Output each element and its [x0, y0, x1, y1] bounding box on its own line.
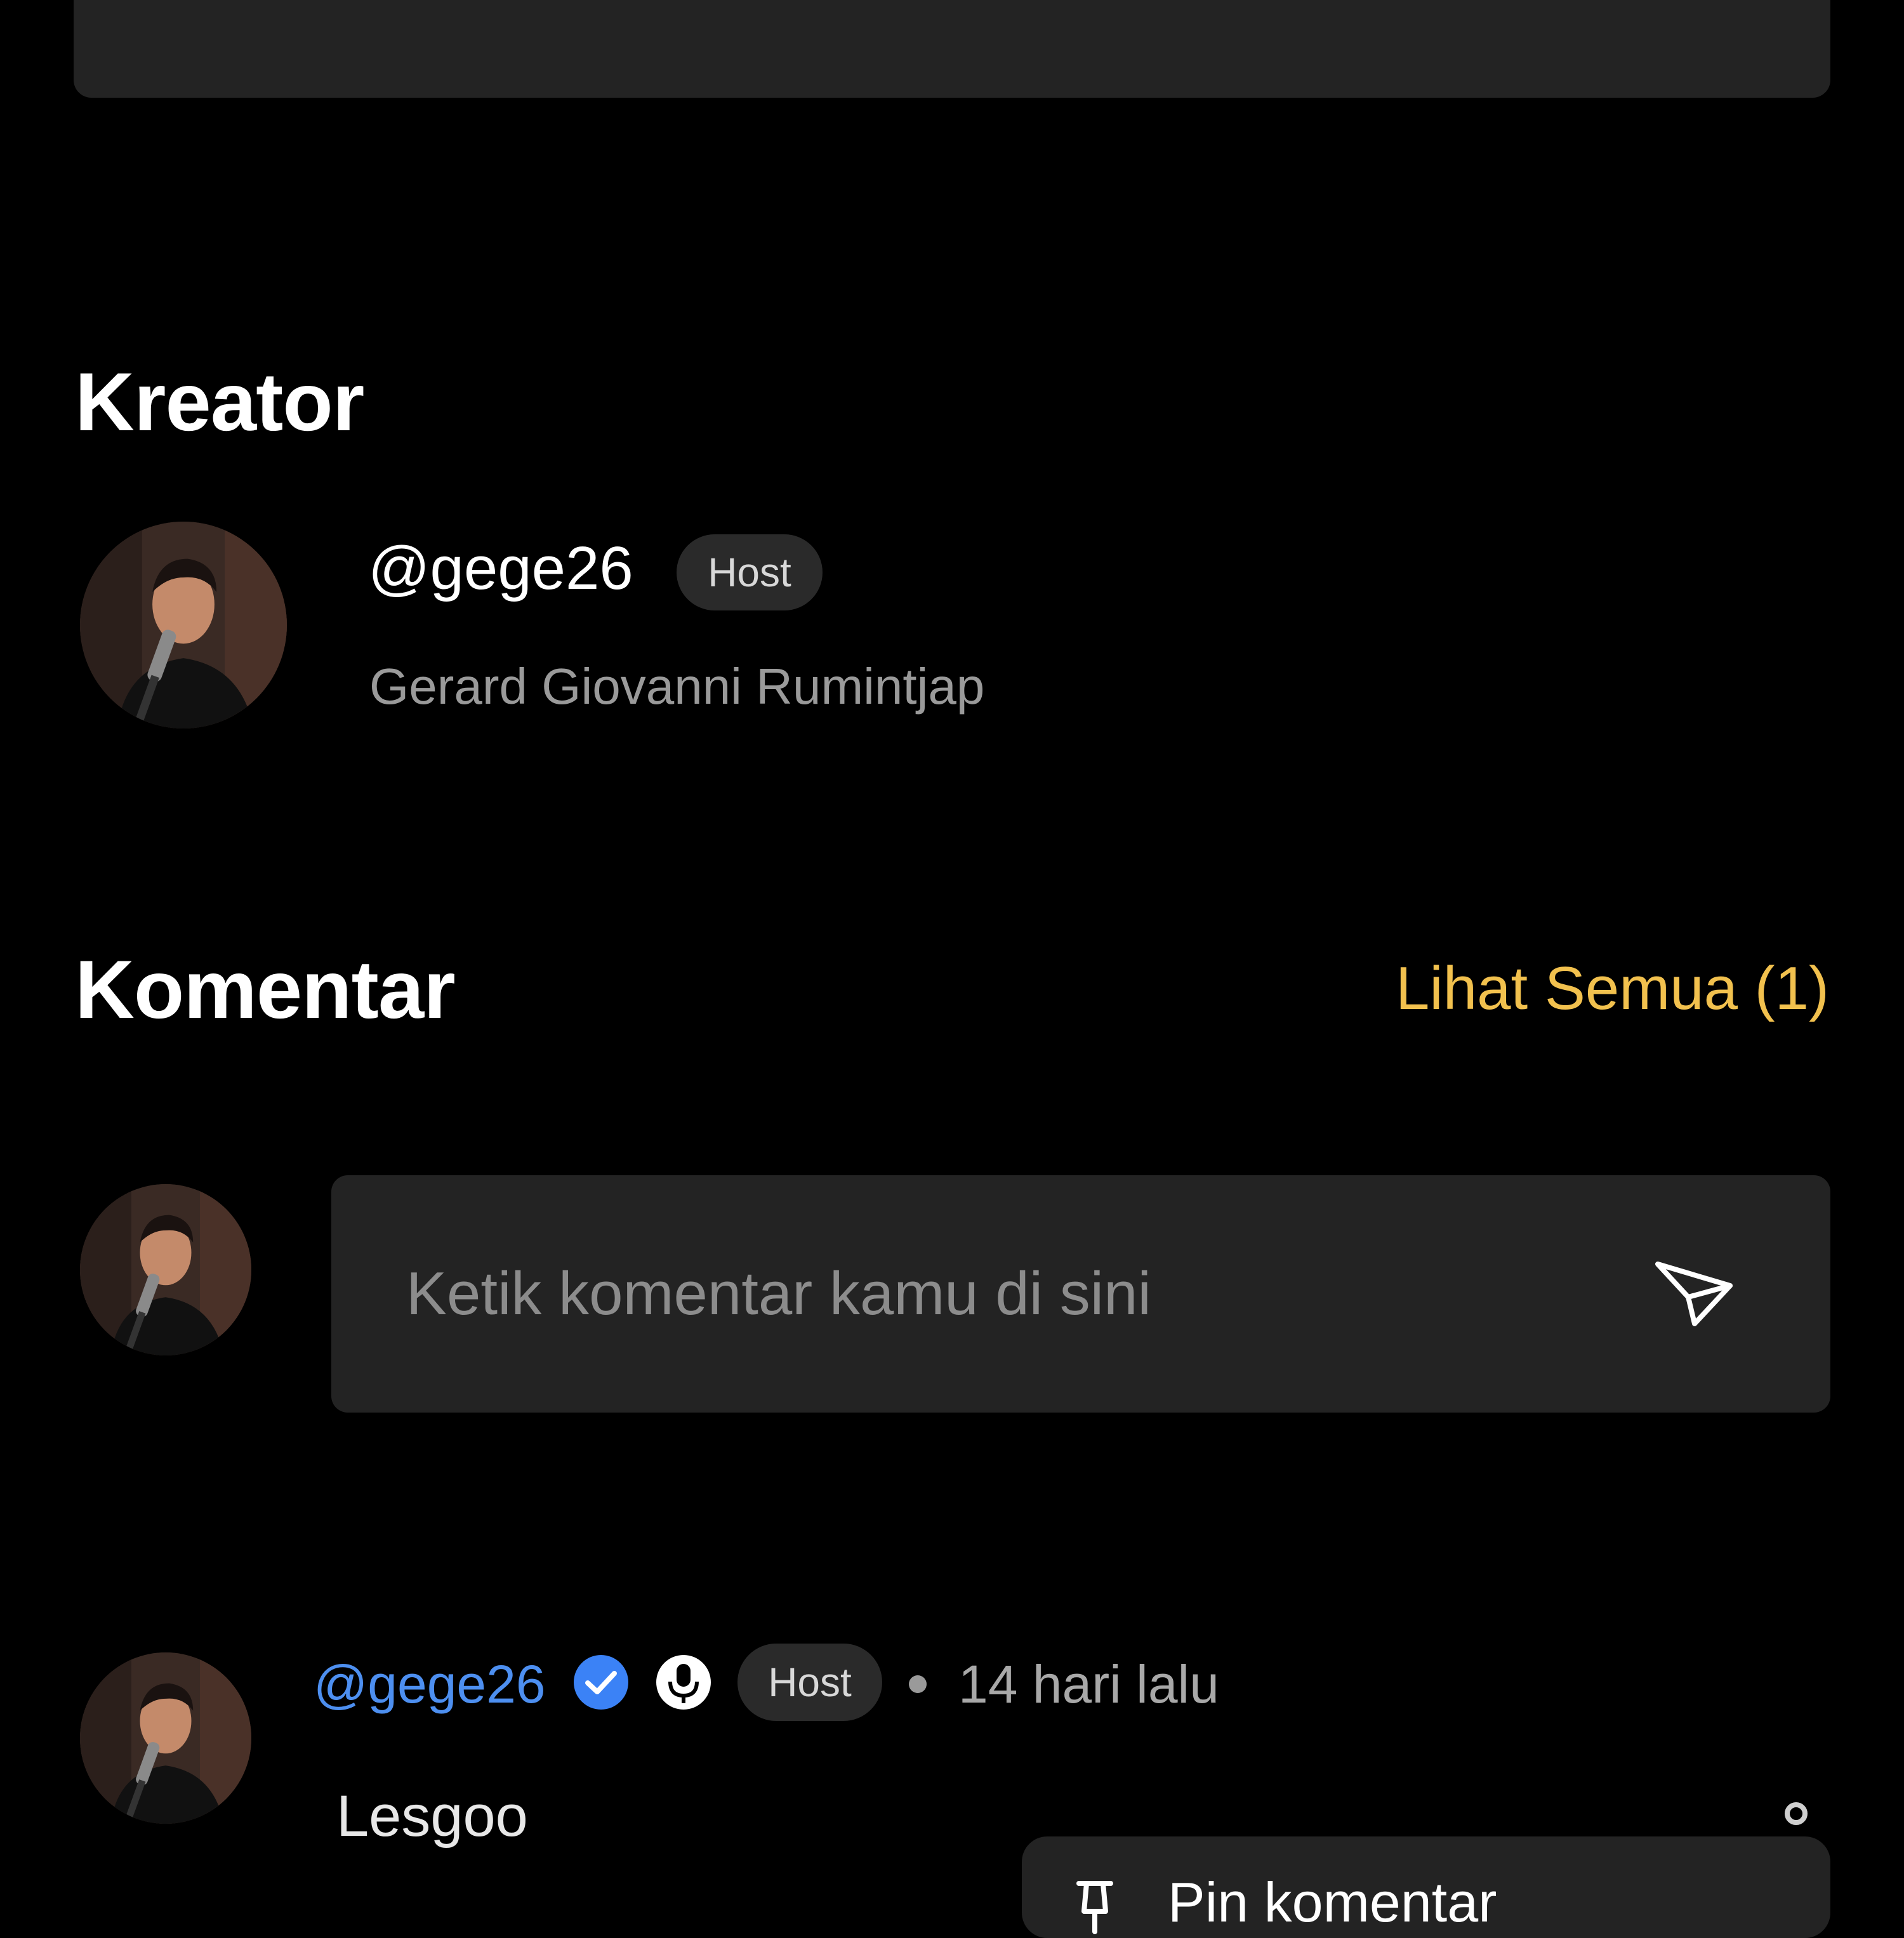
avatar-image: [80, 522, 287, 728]
microphone-icon: [656, 1655, 711, 1710]
comments-section-title: Komentar: [75, 943, 456, 1036]
verified-icon: [574, 1655, 628, 1710]
comment-input[interactable]: [406, 1175, 1676, 1413]
current-user-avatar: [80, 1184, 251, 1355]
comment-composer: [331, 1175, 1830, 1413]
comment-timestamp: 14 hari lalu: [958, 1654, 1219, 1714]
see-all-comments-link[interactable]: Lihat Semua (1): [1396, 958, 1829, 1019]
comment-context-menu: Pin komentar: [1022, 1836, 1830, 1938]
avatar-image: [80, 1652, 251, 1824]
pin-comment-menu-item[interactable]: Pin komentar: [1022, 1836, 1830, 1938]
top-card: [74, 0, 1830, 98]
comment-author-handle[interactable]: @gege26: [314, 1658, 546, 1711]
host-badge: Host: [677, 534, 823, 610]
avatar-image: [80, 1184, 251, 1355]
send-icon[interactable]: [1653, 1258, 1735, 1330]
creator-section-title: Kreator: [75, 355, 364, 448]
comment-author-avatar[interactable]: [80, 1652, 251, 1824]
comment-text: Lesgoo: [336, 1784, 528, 1849]
creator-handle[interactable]: @gege26: [368, 538, 633, 599]
pin-icon: [1076, 1881, 1113, 1934]
comment-options-icon[interactable]: [1785, 1802, 1808, 1825]
creator-avatar[interactable]: [80, 522, 287, 728]
creator-full-name: Gerard Giovanni Rumintjap: [369, 658, 985, 715]
pin-comment-label: Pin komentar: [1168, 1871, 1497, 1934]
separator-dot: [909, 1675, 927, 1693]
comment-host-badge: Host: [737, 1644, 882, 1721]
